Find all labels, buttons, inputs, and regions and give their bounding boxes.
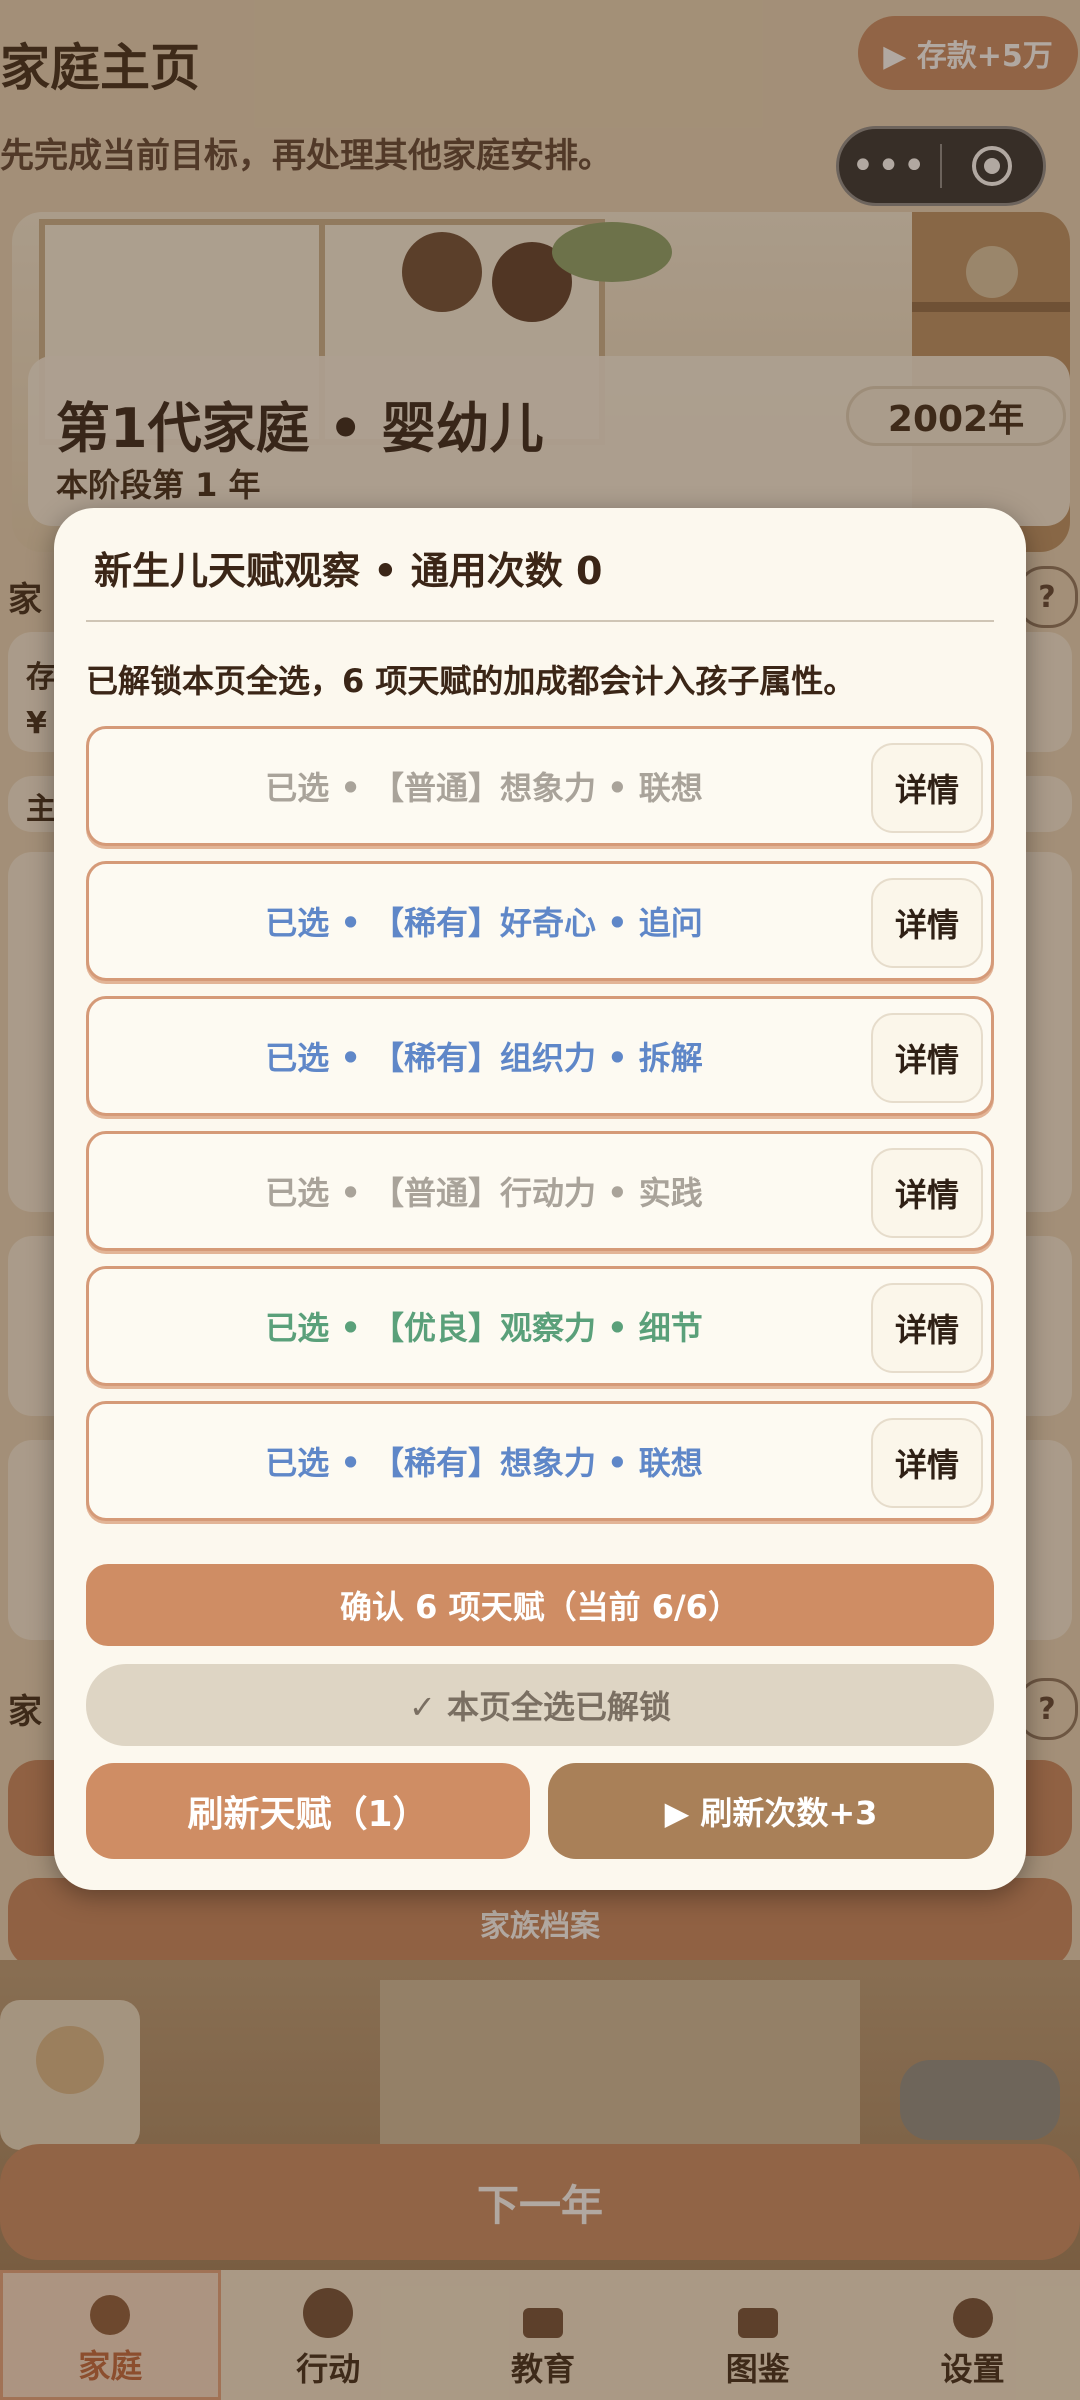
talent-option[interactable]: 已选 • 【稀有】好奇心 • 追问 详情 xyxy=(86,861,994,981)
dialog-description: 已解锁本页全选，6 项天赋的加成都会计入孩子属性。 xyxy=(86,662,856,700)
confirm-talents-button[interactable]: 确认 6 项天赋（当前 6/6） xyxy=(86,1564,994,1646)
talent-detail-button[interactable]: 详情 xyxy=(871,878,983,968)
talent-option-text: 已选 • 【优良】观察力 • 细节 xyxy=(265,1309,703,1347)
talent-option[interactable]: 已选 • 【普通】想象力 • 联想 详情 xyxy=(86,726,994,846)
talent-detail-button[interactable]: 详情 xyxy=(871,1283,983,1373)
talent-option-text: 已选 • 【稀有】好奇心 • 追问 xyxy=(265,904,703,942)
talent-option[interactable]: 已选 • 【普通】行动力 • 实践 详情 xyxy=(86,1131,994,1251)
dialog-title: 新生儿天赋观察 • 通用次数 0 xyxy=(94,549,603,593)
talent-option-text: 已选 • 【稀有】想象力 • 联想 xyxy=(265,1444,703,1482)
talent-detail-button[interactable]: 详情 xyxy=(871,1013,983,1103)
talent-option-text: 已选 • 【普通】想象力 • 联想 xyxy=(265,769,703,807)
dialog-divider xyxy=(86,620,994,622)
talent-option-text: 已选 • 【普通】行动力 • 实践 xyxy=(265,1174,703,1212)
select-all-unlocked-button[interactable]: ✓ 本页全选已解锁 xyxy=(86,1664,994,1746)
talent-detail-button[interactable]: 详情 xyxy=(871,743,983,833)
talent-option[interactable]: 已选 • 【优良】观察力 • 细节 详情 xyxy=(86,1266,994,1386)
talent-detail-button[interactable]: 详情 xyxy=(871,1418,983,1508)
talent-detail-button[interactable]: 详情 xyxy=(871,1148,983,1238)
talent-option[interactable]: 已选 • 【稀有】想象力 • 联想 详情 xyxy=(86,1401,994,1521)
refresh-talents-button[interactable]: 刷新天赋（1） xyxy=(86,1763,530,1859)
talent-option[interactable]: 已选 • 【稀有】组织力 • 拆解 详情 xyxy=(86,996,994,1116)
talent-option-text: 已选 • 【稀有】组织力 • 拆解 xyxy=(265,1039,703,1077)
talent-observation-dialog: 新生儿天赋观察 • 通用次数 0 已解锁本页全选，6 项天赋的加成都会计入孩子属… xyxy=(54,508,1026,1890)
ad-refresh-count-button[interactable]: ▶ 刷新次数+3 xyxy=(548,1763,994,1859)
